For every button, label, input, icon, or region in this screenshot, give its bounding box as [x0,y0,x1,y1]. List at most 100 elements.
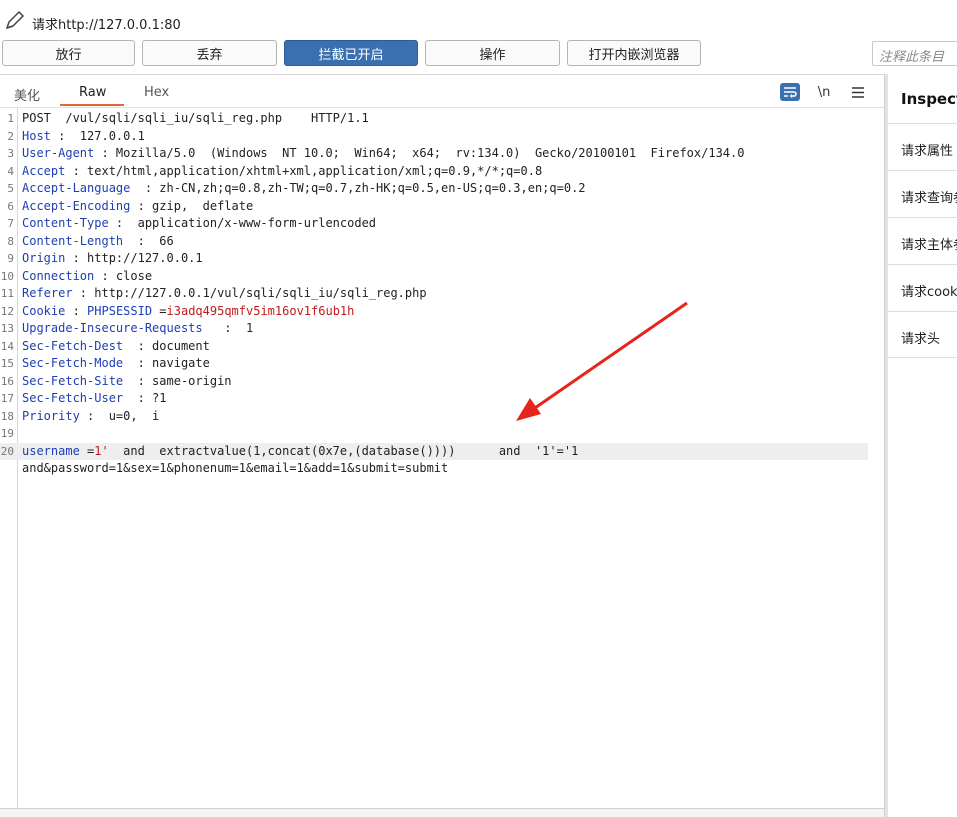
code-line: 16 Sec-Fetch-Site : same-origin [0,373,868,391]
code-value: POST /vul/sqli/sqli_iu/sqli_reg.php HTTP… [22,111,369,125]
line-number: 2 [7,129,14,143]
code-value: : [65,303,88,318]
code-value: = [152,303,167,318]
line-number: 9 [7,252,14,265]
code-value: : 66 [123,233,174,248]
code-value: : gzip, deflate [130,198,254,213]
code-line: 2 Host : 127.0.0.1 [0,128,868,146]
line-number: 20 [0,444,14,458]
header-key: Content-Length [22,233,124,248]
code-line: 11 Referer : http://127.0.0.1/vul/sqli/sq… [0,285,868,303]
code-text: and&password=1&sex=1&phonenum=1&email=1&… [22,460,448,478]
header-key: User-Agent [22,146,95,160]
wrap-lines-icon[interactable] [780,83,800,101]
open-browser-button[interactable]: 打开内嵌浏览器 [567,40,701,66]
code-text: User-Agent : Mozilla/5.0 (Windows NT 10.… [22,145,744,163]
line-number: 3 [7,147,14,160]
code-text: POST /vul/sqli/sqli_iu/sqli_reg.php HTTP… [22,110,369,128]
header-key: PHPSESSID [87,303,153,318]
line-number: 15 [0,357,14,370]
code-line: 19 [0,425,868,443]
pencil-icon [5,10,25,30]
code-value: : 1 [202,321,254,335]
inspector-item-request-attributes[interactable]: 请求属性 [888,123,957,170]
code-line: 17 Sec-Fetch-User : ?1 [0,390,868,408]
header-key: Accept [22,163,66,178]
code-text: Accept : text/html,application/xhtml+xml… [22,163,542,181]
intercept-toggle-button[interactable]: 拦截已开启 [284,40,418,66]
code-line: 9 Origin : http://127.0.0.1 [0,250,868,268]
inspector-panel: Inspector 请求属性 请求查询参数 请求主体参数 请求cookie 请求… [888,74,957,817]
header-key: Content-Type [22,216,109,230]
line-number: 19 [0,427,14,440]
code-line: 6 Accept-Encoding : gzip, deflate [0,198,868,216]
header-key: Sec-Fetch-Mode [22,356,124,370]
code-line: 3 User-Agent : Mozilla/5.0 (Windows NT 10… [0,145,868,163]
code-text: Origin : http://127.0.0.1 [22,250,203,268]
comment-input[interactable]: 注释此条目 [872,41,957,66]
header-key: username [22,443,80,458]
code-text: Connection : close [22,268,152,286]
drop-button[interactable]: 丢弃 [142,40,277,66]
code-value: and extractvalue(1,concat(0x7e,(database… [108,443,579,458]
line-number: 5 [7,182,14,195]
line-number: 12 [0,304,14,318]
line-number: 1 [7,112,14,125]
action-button[interactable]: 操作 [425,40,560,66]
code-line: 13 Upgrade-Insecure-Requests : 1 [0,320,868,338]
code-value: : ?1 [123,391,167,405]
line-number: 17 [0,392,14,405]
code-line: 12 Cookie : PHPSESSID =i3adq495qmfv5im16o… [0,303,868,321]
code-text: Sec-Fetch-Dest : document [22,338,210,356]
code-line: 1 POST /vul/sqli/sqli_iu/sqli_reg.php HTT… [0,110,868,128]
code-text: Priority : u=0, i [22,408,159,426]
code-line: 14 Sec-Fetch-Dest : document [0,338,868,356]
code-value: : same-origin [123,373,232,388]
code-value: : navigate [123,356,210,370]
code-value: : close [94,268,153,283]
tab-hex[interactable]: Hex [144,85,169,100]
code-value: and&password=1&sex=1&phonenum=1&email=1&… [22,461,449,475]
code-text: Accept-Language : zh-CN,zh;q=0.8,zh-TW;q… [22,180,586,198]
code-line: 20 username =1' and extractvalue(1,concat… [0,442,868,460]
code-value: = [79,443,95,458]
toolbar: 放行 丢弃 拦截已开启 操作 打开内嵌浏览器 [0,40,957,68]
line-number: 18 [0,409,14,423]
code-text: Cookie : PHPSESSID =i3adq495qmfv5im16ov1… [22,303,354,321]
forward-button[interactable]: 放行 [2,40,135,66]
editor-tabs: 美化 Raw Hex \n [0,74,884,108]
code-text: Content-Length : 66 [22,233,174,251]
code-line: 7 Content-Type : application/x-www-form-u… [0,215,868,233]
inspector-item-body-params[interactable]: 请求主体参数 [888,217,957,264]
code-value: : document [123,338,210,353]
code-value: : u=0, i [79,408,160,423]
inspector-item-cookies[interactable]: 请求cookie [888,264,957,311]
header-key: Priority [22,408,80,423]
code-line: and&password=1&sex=1&phonenum=1&email=1&… [0,460,868,478]
code-text: Sec-Fetch-User : ?1 [22,390,167,408]
code-value: : application/x-www-form-urlencoded [108,216,377,230]
code-value: : text/html,application/xhtml+xml,applic… [65,163,543,178]
line-number: 7 [7,217,14,230]
header-key: Connection [22,268,95,283]
line-number: 8 [7,234,14,248]
code-text: Upgrade-Insecure-Requests : 1 [22,320,253,338]
code-line: 4 Accept : text/html,application/xhtml+xm… [0,163,868,181]
request-editor[interactable]: 1 POST /vul/sqli/sqli_iu/sqli_reg.php HTT… [0,108,884,808]
inspector-item-query-params[interactable]: 请求查询参数 [888,170,957,217]
tab-pretty[interactable]: 美化 [14,85,40,104]
title-bar: 请求http://127.0.0.1:80 [0,0,957,38]
active-tab-indicator [60,104,124,106]
code-line: 15 Sec-Fetch-Mode : navigate [0,355,868,373]
code-value: : 127.0.0.1 [50,128,145,143]
inspector-item-headers[interactable]: 请求头 [888,311,957,358]
inspector-title: Inspector [901,90,957,108]
menu-icon[interactable] [848,83,868,101]
newline-toggle-icon[interactable]: \n [814,83,834,101]
code-line: 10 Connection : close [0,268,868,286]
highlighted-value: 1' [94,443,109,458]
tab-raw[interactable]: Raw [79,85,106,100]
code-text: Content-Type : application/x-www-form-ur… [22,215,376,233]
line-number: 6 [7,199,14,213]
line-number: 14 [0,339,14,353]
